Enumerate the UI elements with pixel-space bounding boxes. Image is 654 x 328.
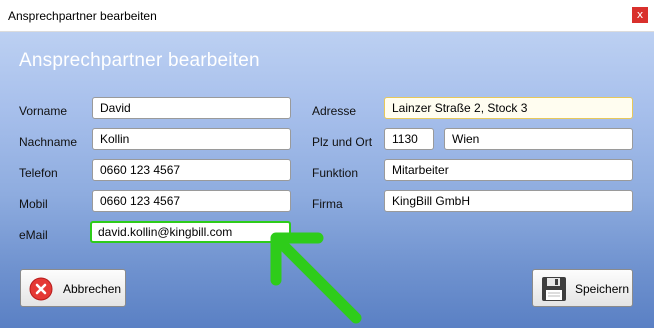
cancel-button[interactable]: Abbrechen [20,269,126,307]
email-label: eMail [19,228,48,242]
window-titlebar: Ansprechpartner bearbeiten x [0,0,654,32]
mobil-field[interactable]: 0660 123 4567 [92,190,291,212]
plz-ort-label: Plz und Ort [312,135,373,149]
save-button[interactable]: Speichern [532,269,633,307]
email-field[interactable]: david.kollin@kingbill.com [90,221,291,243]
dialog-heading: Ansprechpartner bearbeiten [19,50,260,71]
mobil-label: Mobil [19,197,48,211]
funktion-label: Funktion [312,166,359,180]
vorname-label: Vorname [19,104,68,118]
cancel-icon [29,277,53,301]
cancel-button-label: Abbrechen [63,282,122,296]
floppy-disk-icon [542,277,566,301]
adresse-field[interactable]: Lainzer Straße 2, Stock 3 [384,97,633,119]
nachname-field[interactable]: Kollin [92,128,291,150]
adresse-label: Adresse [312,104,357,118]
vorname-field[interactable]: David [92,97,291,119]
telefon-label: Telefon [19,166,58,180]
nachname-label: Nachname [19,135,78,149]
funktion-field[interactable]: Mitarbeiter [384,159,633,181]
plz-field[interactable]: 1130 [384,128,434,150]
save-button-label: Speichern [575,282,630,296]
close-icon[interactable]: x [632,7,648,23]
window-title: Ansprechpartner bearbeiten [8,9,157,23]
firma-label: Firma [312,197,343,211]
telefon-field[interactable]: 0660 123 4567 [92,159,291,181]
ort-field[interactable]: Wien [444,128,633,150]
dialog-body: Ansprechpartner bearbeiten Vorname Nachn… [0,32,654,328]
firma-field[interactable]: KingBill GmbH [384,190,633,212]
